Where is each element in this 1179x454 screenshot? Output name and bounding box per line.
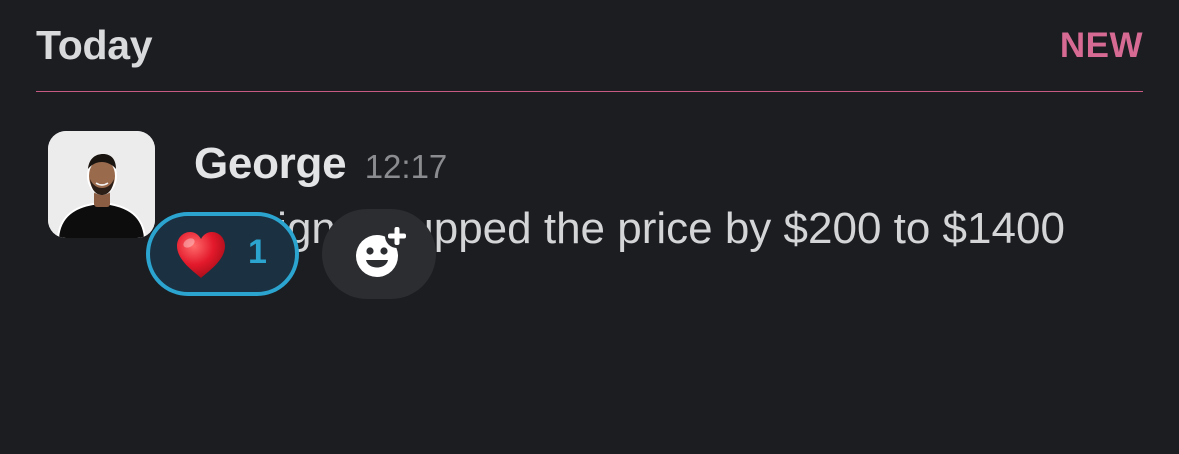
message-timestamp[interactable]: 12:17 xyxy=(365,148,448,185)
message-meta: George 12:17 xyxy=(194,139,447,189)
author-name[interactable]: George xyxy=(194,139,347,188)
add-emoji-icon xyxy=(356,224,409,277)
new-messages-badge: NEW xyxy=(1059,26,1143,65)
person-photo-avatar-icon xyxy=(48,131,155,238)
reaction-count: 1 xyxy=(248,233,267,271)
avatar[interactable] xyxy=(48,131,155,238)
day-divider: Today NEW xyxy=(36,0,1143,92)
day-divider-label: Today xyxy=(36,22,153,68)
reaction-heart-button[interactable]: 1 xyxy=(146,212,299,296)
add-reaction-button[interactable] xyxy=(322,209,436,299)
red-heart-emoji-icon xyxy=(177,232,225,278)
